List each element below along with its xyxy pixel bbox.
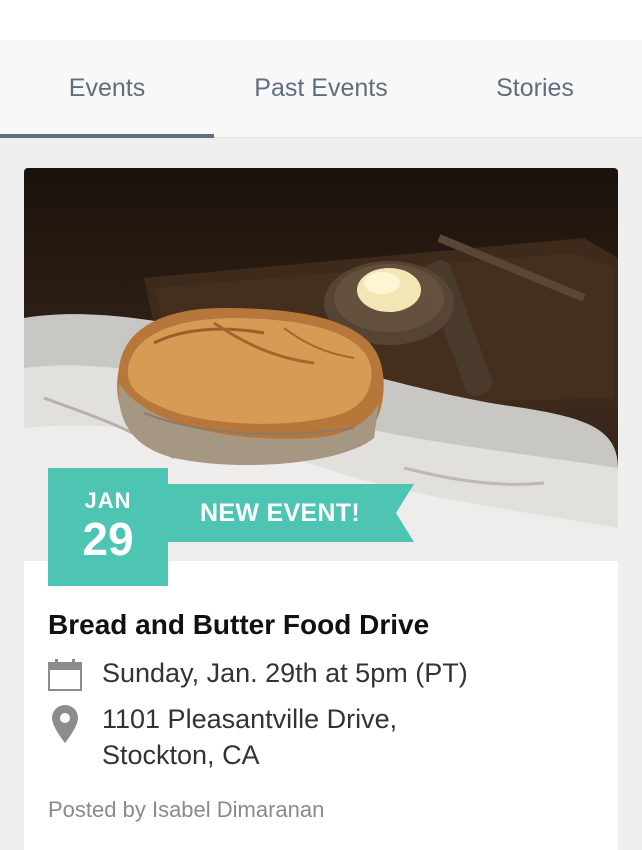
address-line-2: Stockton, CA: [102, 740, 260, 770]
event-day: 29: [82, 513, 134, 565]
new-event-label: NEW EVENT!: [200, 499, 360, 527]
event-month: JAN: [84, 488, 132, 513]
tab-stories[interactable]: Stories: [428, 40, 642, 137]
event-datetime-row: Sunday, Jan. 29th at 5pm (PT): [48, 655, 594, 691]
event-location-row: 1101 Pleasantville Drive, Stockton, CA: [48, 701, 594, 773]
calendar-icon: [48, 655, 82, 691]
tab-bar: Events Past Events Stories: [0, 40, 642, 138]
tab-events[interactable]: Events: [0, 40, 214, 138]
events-list: JAN 29 NEW EVENT! Bread and Butter Food …: [0, 138, 642, 850]
event-card[interactable]: JAN 29 NEW EVENT! Bread and Butter Food …: [24, 168, 618, 850]
tab-past-events[interactable]: Past Events: [214, 40, 428, 137]
event-datetime: Sunday, Jan. 29th at 5pm (PT): [102, 658, 468, 688]
event-address[interactable]: 1101 Pleasantville Drive, Stockton, CA: [102, 701, 397, 773]
event-details: Bread and Butter Food Drive Sunday, Jan.…: [24, 561, 618, 823]
new-event-ribbon: NEW EVENT!: [168, 484, 414, 542]
event-date-badge: JAN 29: [48, 468, 168, 586]
address-line-1: 1101 Pleasantville Drive,: [102, 704, 398, 734]
top-bar: [0, 0, 642, 40]
posted-by: Posted by Isabel Dimaranan: [48, 797, 325, 822]
map-pin-icon: [48, 701, 82, 743]
event-title[interactable]: Bread and Butter Food Drive: [48, 609, 594, 641]
